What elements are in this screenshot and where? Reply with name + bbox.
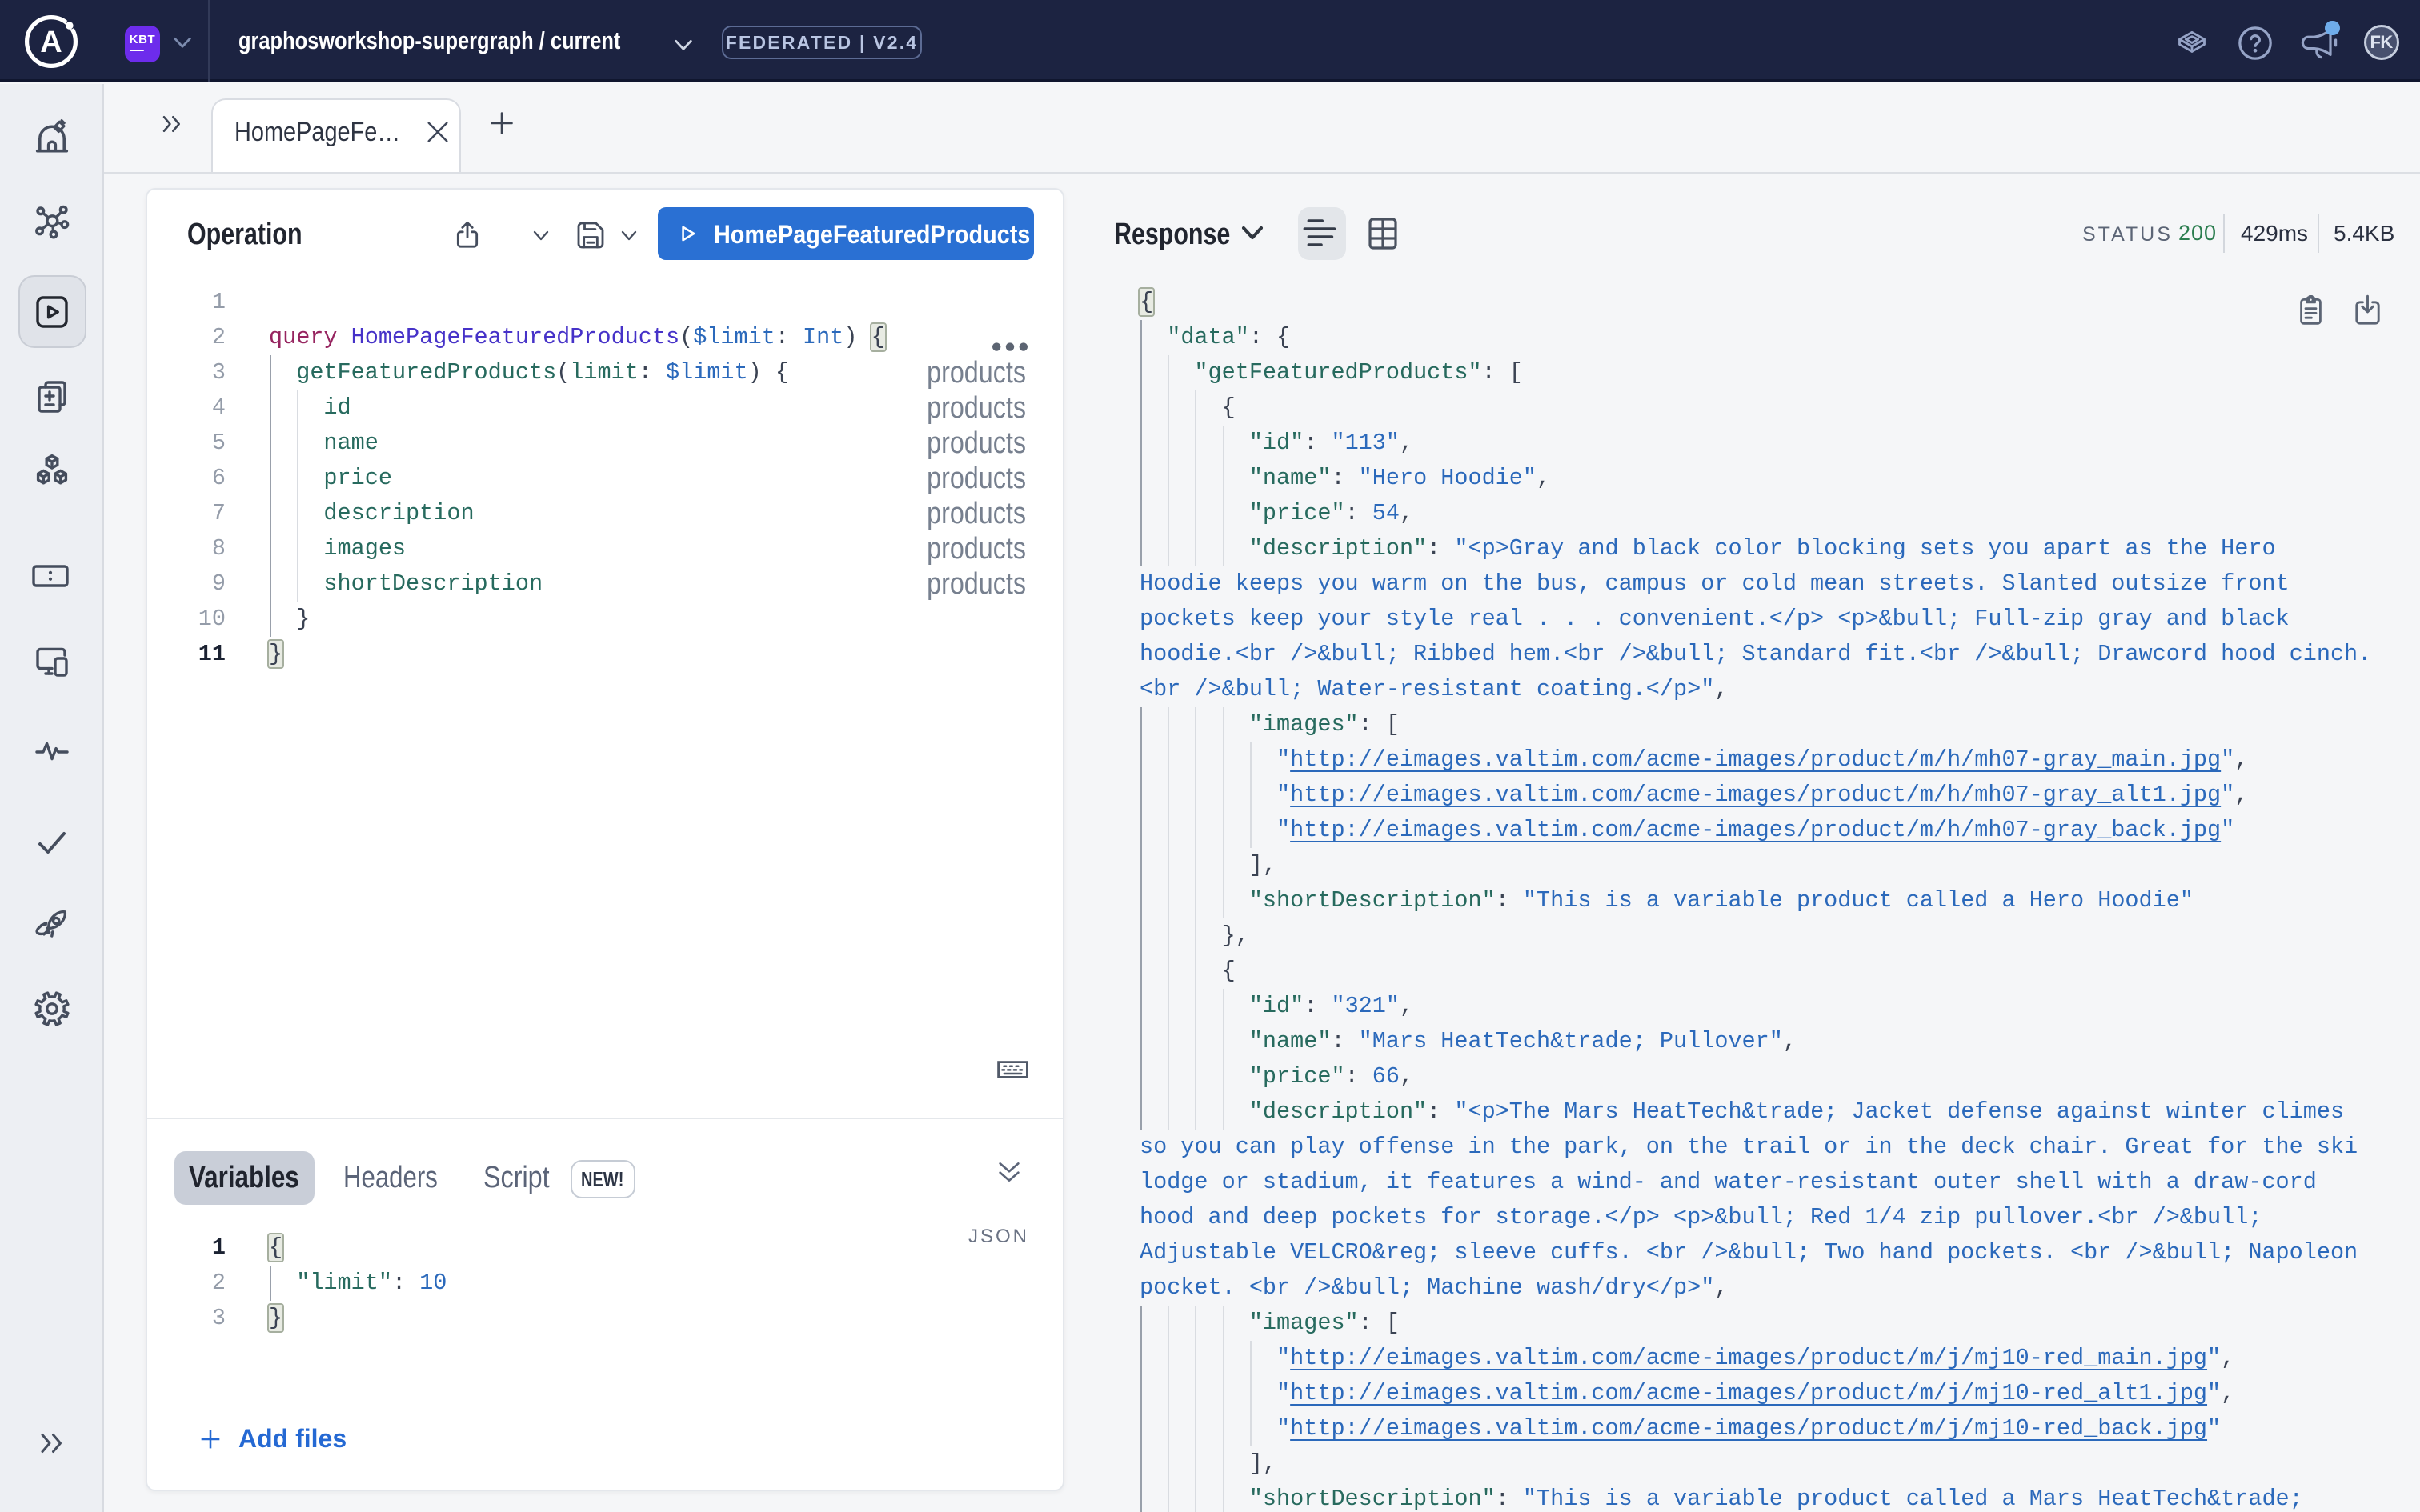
svg-text:A: A <box>40 26 62 59</box>
